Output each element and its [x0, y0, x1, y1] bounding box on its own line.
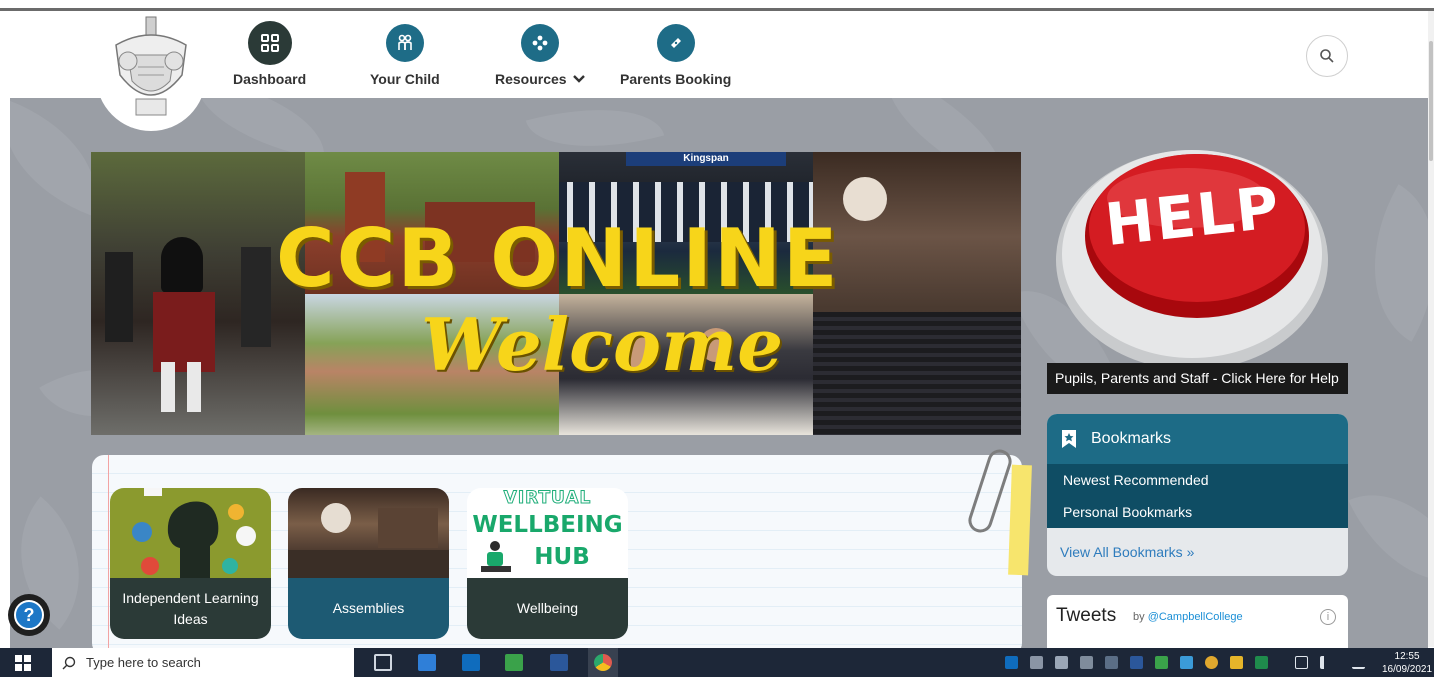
tray-sync-icon[interactable] [1255, 656, 1268, 669]
bookmarks-panel: Bookmarks Newest Recommended Personal Bo… [1047, 414, 1348, 576]
clock-date: 16/09/2021 [1382, 664, 1433, 675]
nav-dashboard-label: Dashboard [233, 71, 307, 87]
windows-taskbar: Type here to search 12:55 16/09/2021 [0, 648, 1434, 677]
taskbar-search-placeholder: Type here to search [86, 655, 201, 670]
assemblies-label: Assemblies [288, 578, 449, 639]
tray-word-icon[interactable] [1130, 656, 1143, 669]
tweets-title: Tweets [1056, 605, 1117, 626]
bookmarks-header: Bookmarks [1047, 414, 1348, 464]
clock-time: 12:55 [1394, 651, 1420, 662]
tray-status-icon[interactable] [1205, 656, 1218, 669]
tray-network-icon[interactable] [1030, 656, 1043, 669]
chevron-down-icon [572, 75, 585, 83]
banner-welcome: Welcome [421, 302, 784, 387]
nav-resources-label: Resources [495, 71, 567, 87]
card-wellbeing[interactable]: VIRTUAL WELLBEING HUB Wellbeing [467, 488, 628, 639]
planner-icon[interactable] [505, 654, 523, 671]
wellbeing-virtual-text: VIRTUAL [503, 488, 592, 509]
nav-your-child-label: Your Child [370, 71, 440, 87]
pen-icon[interactable] [1352, 656, 1365, 669]
help-caption[interactable]: Pupils, Parents and Staff - Click Here f… [1047, 363, 1348, 394]
taskbar-clock[interactable]: 12:55 16/09/2021 [1382, 650, 1432, 676]
sticky-note [1008, 464, 1032, 576]
volume-icon[interactable] [1320, 656, 1333, 669]
info-icon[interactable]: i [1320, 609, 1336, 625]
tray-outlook-icon[interactable] [1005, 656, 1018, 669]
wellbeing-hub-text: HUB [534, 544, 590, 570]
task-view-icon[interactable] [374, 654, 392, 671]
resources-icon [520, 24, 559, 62]
chapel-interior-photo [813, 152, 1021, 435]
bookmark-icon [1062, 430, 1076, 448]
tweets-by-prefix: by [1133, 611, 1145, 623]
outlook-icon[interactable] [462, 654, 480, 671]
windows-start-icon[interactable] [15, 655, 31, 671]
search-button[interactable] [1306, 35, 1348, 77]
floating-help-button[interactable]: ? [8, 594, 50, 636]
tray-mail-icon[interactable] [1080, 656, 1093, 669]
assemblies-image [288, 488, 449, 578]
wellbeing-wellbeing-text: WELLBEING [472, 512, 623, 538]
dashboard-icon [247, 21, 292, 65]
card-assemblies[interactable]: Assemblies [288, 488, 449, 639]
tray-display-icon[interactable] [1295, 656, 1308, 669]
word-icon[interactable] [550, 654, 568, 671]
tray-planner-icon[interactable] [1155, 656, 1168, 669]
nav-parents-booking-label: Parents Booking [620, 71, 732, 87]
view-all-bookmarks-link[interactable]: View All Bookmarks » [1047, 528, 1348, 576]
taskbar-search-box[interactable]: Type here to search [52, 648, 354, 677]
help-button-image[interactable]: HELP [1047, 150, 1347, 394]
wellbeing-label: Wellbeing [467, 578, 628, 639]
page-scrollbar[interactable] [1428, 11, 1434, 647]
tray-tool-icon[interactable] [1105, 656, 1118, 669]
tray-app-icon[interactable] [1055, 656, 1068, 669]
nav-parents-booking[interactable]: Parents Booking [620, 21, 731, 87]
independent-learning-label: Independent Learning Ideas [110, 578, 271, 639]
chrome-active-highlight [588, 648, 618, 677]
tweets-handle-link[interactable]: @CampbellCollege [1148, 611, 1243, 623]
school-crest-logo[interactable] [96, 11, 206, 131]
hero-banner[interactable]: Kingspan CCB ONLINE Welcome [91, 152, 1021, 435]
tray-calendar-icon[interactable] [1180, 656, 1193, 669]
bookmarks-title: Bookmarks [1091, 430, 1172, 447]
wellbeing-hub-image: VIRTUAL WELLBEING HUB [467, 488, 628, 578]
card-independent-learning[interactable]: Independent Learning Ideas [110, 488, 271, 639]
banner-title: CCB ONLINE [276, 212, 840, 305]
nav-resources[interactable]: Resources [495, 21, 585, 87]
nav-your-child[interactable]: Your Child [370, 21, 440, 87]
bookmark-personal[interactable]: Personal Bookmarks [1047, 496, 1348, 528]
pipers-photo [91, 152, 305, 435]
ticket-icon [656, 24, 695, 62]
search-icon [62, 656, 76, 669]
stadium-sign: Kingspan [626, 152, 786, 166]
question-mark-icon: ? [14, 600, 44, 630]
tray-security-icon[interactable] [1230, 656, 1243, 669]
file-explorer-icon[interactable] [418, 654, 436, 671]
scrollbar-thumb[interactable] [1429, 41, 1433, 161]
independent-learning-image [110, 488, 271, 578]
bookmark-newest-recommended[interactable]: Newest Recommended [1047, 464, 1348, 496]
search-icon [1320, 49, 1334, 63]
family-icon [385, 24, 424, 62]
site-header: Dashboard Your Child Resources Parents B [10, 11, 1428, 131]
nav-dashboard[interactable]: Dashboard [233, 21, 306, 87]
tweets-widget: Tweets by @CampbellCollege i [1047, 595, 1348, 655]
